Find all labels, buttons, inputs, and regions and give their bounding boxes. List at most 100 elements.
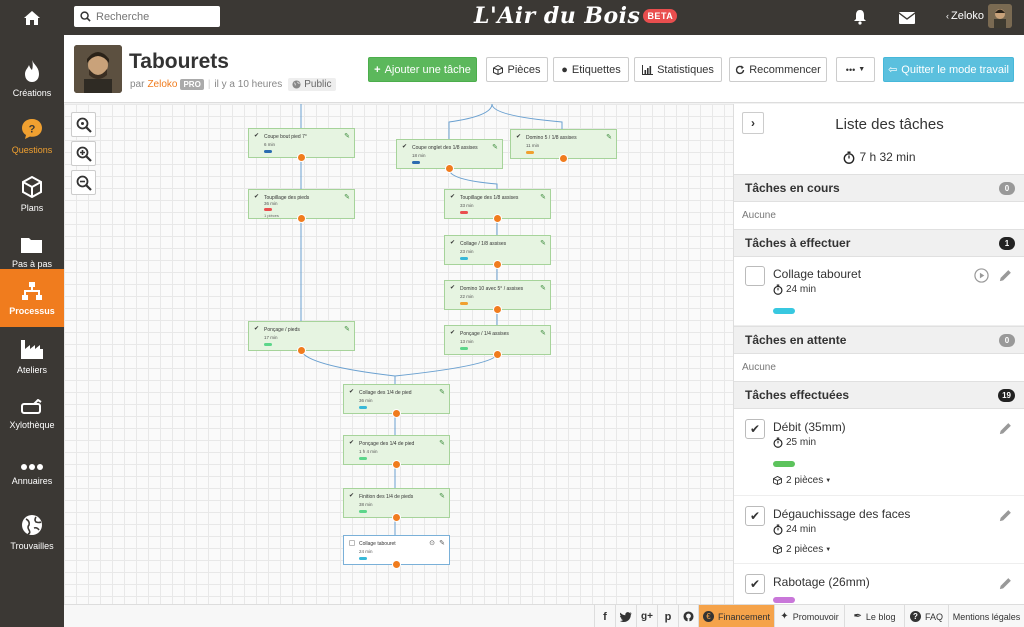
search-input[interactable] bbox=[96, 10, 216, 23]
node-connector-dot[interactable] bbox=[493, 260, 502, 269]
process-node[interactable]: ✔ Domino 10 avec 5° / assises 22 min ✎ bbox=[444, 280, 551, 314]
project-avatar[interactable] bbox=[74, 45, 122, 93]
sidebar-item-processus[interactable]: Processus bbox=[0, 269, 64, 327]
task-checkbox-checked[interactable]: ✔ bbox=[745, 506, 765, 526]
pencil-icon[interactable]: ✎ bbox=[540, 193, 546, 201]
process-node[interactable]: ✔ Ponçage des 1/4 de pied 1 h 4 min ✎ bbox=[343, 435, 450, 469]
task-pieces-dropdown[interactable]: 2 pièces ▼ bbox=[773, 544, 831, 555]
facebook-icon: f bbox=[603, 610, 607, 623]
globe-icon bbox=[22, 514, 42, 535]
blog-link[interactable]: ✒ Le blog bbox=[844, 605, 904, 627]
node-time: 13 min bbox=[460, 339, 474, 344]
node-color-tag bbox=[359, 510, 367, 513]
process-node-pending[interactable]: Collage tabouret 24 min ⊙ ✎ bbox=[343, 535, 450, 569]
pencil-icon[interactable]: ✎ bbox=[439, 439, 445, 447]
task-color-tag bbox=[773, 597, 795, 603]
sidebar-item-annuaires[interactable]: Annuaires bbox=[0, 445, 64, 503]
pencil-icon[interactable]: ✎ bbox=[540, 329, 546, 337]
task-checkbox[interactable] bbox=[745, 266, 765, 286]
cube-icon bbox=[493, 64, 504, 75]
sidebar-item-creations[interactable]: Créations bbox=[0, 49, 64, 107]
google-plus-link[interactable]: g+ bbox=[636, 605, 657, 627]
task-checkbox-checked[interactable]: ✔ bbox=[745, 419, 765, 439]
process-canvas[interactable]: ✔ Coupe bout pied 7° 6 min ✎ ✔ Coupe ong… bbox=[64, 104, 733, 604]
home-button[interactable] bbox=[0, 0, 64, 35]
more-options-button[interactable]: ••• ▼ bbox=[836, 57, 875, 82]
pencil-icon[interactable] bbox=[998, 576, 1013, 596]
notifications-bell-icon[interactable] bbox=[853, 9, 867, 30]
pencil-icon[interactable]: ✎ bbox=[540, 284, 546, 292]
node-connector-dot[interactable] bbox=[493, 214, 502, 223]
add-task-button[interactable]: + Ajouter une tâche bbox=[368, 57, 477, 82]
user-menu[interactable]: ‹ Zeloko bbox=[946, 4, 1013, 28]
task-item[interactable]: ✔ Dégauchissage des faces 24 min 2 pièce… bbox=[734, 506, 1024, 564]
pencil-icon[interactable] bbox=[998, 268, 1013, 288]
process-node[interactable]: ✔ Coupe bout pied 7° 6 min ✎ bbox=[248, 128, 355, 162]
node-connector-dot[interactable] bbox=[493, 350, 502, 359]
messages-envelope-icon[interactable] bbox=[898, 11, 916, 29]
pencil-icon[interactable]: ✎ bbox=[344, 132, 350, 140]
quit-work-mode-button[interactable]: ⇦ Quitter le mode travail bbox=[883, 57, 1014, 82]
task-item[interactable]: Collage tabouret 24 min bbox=[734, 266, 1024, 326]
promouvoir-link[interactable]: ✦ Promouvoir bbox=[774, 605, 844, 627]
pencil-icon[interactable]: ✎ bbox=[439, 492, 445, 500]
pieces-button[interactable]: Pièces bbox=[486, 57, 548, 82]
process-node[interactable]: ✔ Domino 5 / 1/8 assises 11 min ✎ bbox=[510, 129, 617, 163]
author-link[interactable]: Zeloko bbox=[147, 79, 177, 90]
pencil-icon[interactable]: ✎ bbox=[344, 193, 350, 201]
task-item[interactable]: ✔ Débit (35mm) 25 min 2 pièces ▼ bbox=[734, 419, 1024, 496]
github-link[interactable] bbox=[678, 605, 698, 627]
play-icon[interactable]: ⊙ bbox=[429, 539, 435, 547]
node-connector-dot[interactable] bbox=[297, 153, 306, 162]
process-node[interactable]: ✔ Collage des 1/4 de pied 36 min ✎ bbox=[343, 384, 450, 418]
pencil-icon[interactable]: ✎ bbox=[492, 143, 498, 151]
process-node[interactable]: ✔ Ponçage / 1/4 assises 13 min ✎ bbox=[444, 325, 551, 359]
process-node[interactable]: ✔ Collage / 1/8 assises 23 min ✎ bbox=[444, 235, 551, 269]
node-connector-dot[interactable] bbox=[493, 305, 502, 314]
process-node[interactable]: ✔ Coupe onglet des 1/8 assises 18 min ✎ bbox=[396, 139, 503, 173]
faq-link[interactable]: ? FAQ bbox=[904, 605, 948, 627]
pencil-icon[interactable] bbox=[998, 421, 1013, 441]
caret-down-icon: ▼ bbox=[825, 546, 832, 553]
pencil-icon[interactable]: ✎ bbox=[439, 388, 445, 396]
task-checkbox-checked[interactable]: ✔ bbox=[745, 574, 765, 594]
node-connector-dot[interactable] bbox=[392, 513, 401, 522]
process-node[interactable]: ✔ Toupillage des 1/8 assises 33 min ✎ bbox=[444, 189, 551, 223]
pencil-icon[interactable] bbox=[998, 508, 1013, 528]
node-connector-dot[interactable] bbox=[392, 409, 401, 418]
process-node[interactable]: ✔ Ponçage / pieds 17 min ✎ bbox=[248, 321, 355, 355]
sidebar-item-ateliers[interactable]: Ateliers bbox=[0, 327, 64, 385]
pencil-icon[interactable]: ✎ bbox=[606, 133, 612, 141]
labels-button[interactable]: ● Etiquettes bbox=[553, 57, 629, 82]
task-pieces-dropdown[interactable]: 2 pièces ▼ bbox=[773, 475, 831, 486]
sidebar-item-questions[interactable]: ? Questions bbox=[0, 107, 64, 165]
sidebar-item-xylotheque[interactable]: Xylothèque bbox=[0, 385, 64, 443]
search-box[interactable] bbox=[74, 6, 220, 27]
sidebar-item-trouvailles[interactable]: Trouvailles bbox=[0, 503, 64, 561]
node-connector-dot[interactable] bbox=[297, 346, 306, 355]
process-node[interactable]: ✔ Finition des 1/4 de pieds 38 min ✎ bbox=[343, 488, 450, 522]
node-connector-dot[interactable] bbox=[392, 560, 401, 569]
pinterest-link[interactable]: p bbox=[657, 605, 678, 627]
pencil-icon[interactable]: ✎ bbox=[439, 539, 445, 547]
statistics-button[interactable]: Statistiques bbox=[634, 57, 722, 82]
checkbox-empty-icon[interactable] bbox=[349, 540, 355, 546]
task-item[interactable]: ✔ Rabotage (26mm) bbox=[734, 574, 1024, 604]
node-connector-dot[interactable] bbox=[392, 460, 401, 469]
legal-link[interactable]: Mentions légales bbox=[948, 605, 1024, 627]
facebook-link[interactable]: f bbox=[594, 605, 615, 627]
node-connector-dot[interactable] bbox=[445, 164, 454, 173]
site-logo[interactable]: L'Air du Bois BETA bbox=[474, 3, 678, 29]
section-waiting: Tâches en attente 0 bbox=[734, 326, 1024, 354]
restart-button[interactable]: Recommencer bbox=[729, 57, 827, 82]
task-name: Rabotage (26mm) bbox=[773, 575, 870, 589]
financement-link[interactable]: € Financement bbox=[698, 605, 774, 627]
process-node[interactable]: ✔ Toupillage des pieds 36 min 1 pièces ✎ bbox=[248, 189, 355, 223]
node-connector-dot[interactable] bbox=[297, 214, 306, 223]
node-connector-dot[interactable] bbox=[559, 154, 568, 163]
twitter-link[interactable] bbox=[615, 605, 636, 627]
pencil-icon[interactable]: ✎ bbox=[540, 239, 546, 247]
pencil-icon[interactable]: ✎ bbox=[344, 325, 350, 333]
sidebar-item-plans[interactable]: Plans bbox=[0, 165, 64, 223]
play-circle-icon[interactable] bbox=[974, 268, 989, 288]
